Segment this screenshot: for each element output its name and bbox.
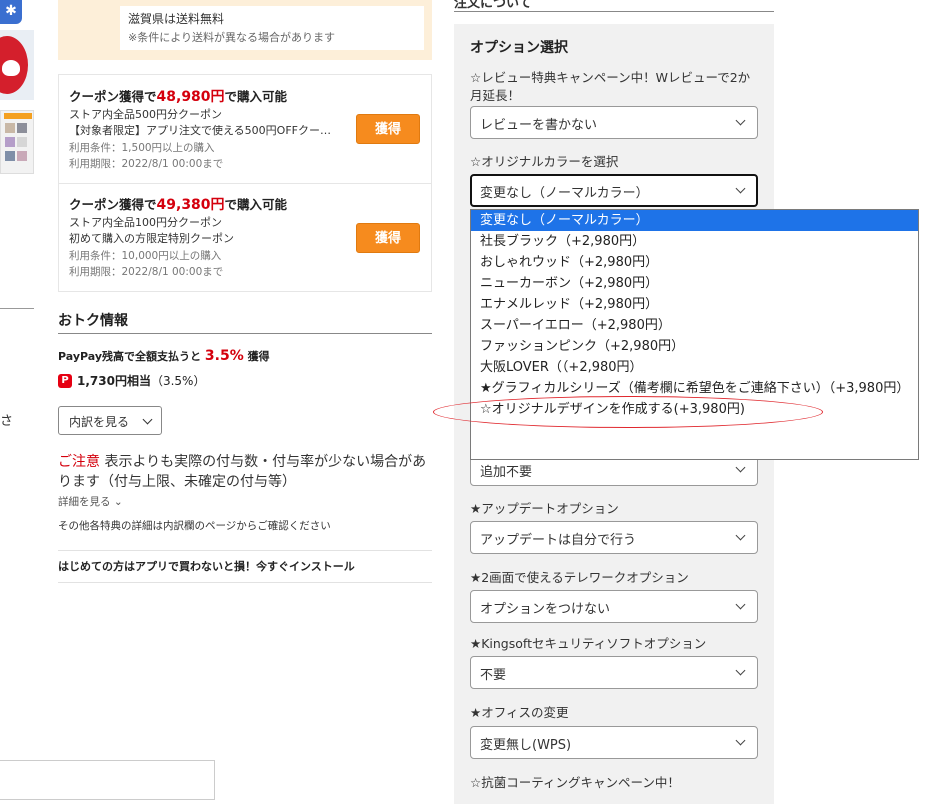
telework-option-label: ★2画面で使えるテレワークオプション	[470, 570, 689, 585]
divider	[58, 582, 432, 583]
thumbnail-label-bar	[4, 113, 32, 119]
options-title: オプション選択	[470, 40, 568, 56]
update-select[interactable]: アップデートは自分で行う	[470, 521, 758, 554]
chevron-down-icon	[735, 530, 746, 541]
paypay-amount-value: 1,730円相当	[77, 374, 151, 388]
coupon-price: 49,380円	[156, 197, 225, 213]
color-select[interactable]: 変更なし（ノーマルカラー）	[470, 174, 758, 207]
shipping-note: ※条件により送料が異なる場合があります	[128, 31, 335, 44]
shipping-free-text: 滋賀県は送料無料	[128, 12, 225, 26]
paypay-prefix: PayPay残高で全額支払うと	[58, 350, 202, 363]
coupon-period: 利用期限：2022/8/1 00:00まで	[69, 266, 224, 278]
color-select-value: 変更なし（ノーマルカラー）	[480, 186, 649, 201]
antibac-option-label: ☆抗菌コーティングキャンペーン中！	[470, 775, 680, 790]
color-option-label: ☆オリジナルカラーを選択	[470, 154, 619, 169]
series-thumbnail[interactable]	[0, 110, 34, 174]
bluetooth-icon: ✱	[5, 3, 17, 19]
paypay-amount: 1,730円相当（3.5%）	[77, 372, 205, 389]
dropdown-option[interactable]: 社長ブラック（+2,980円）	[471, 231, 918, 252]
coupon-title-prefix: クーポン獲得で	[69, 89, 157, 104]
other-benefits-note: その他各特典の詳細は内訳欄のページからご確認ください	[58, 520, 331, 532]
thumb-tile	[5, 137, 15, 147]
section-heading-cut: 注文について	[454, 0, 532, 11]
thumb-tile	[5, 151, 15, 161]
paypay-percent: 3.5%	[204, 348, 244, 364]
coupon-condition: 利用条件：1,500円以上の購入	[69, 142, 215, 154]
breakdown-label: 内訳を見る	[69, 415, 130, 429]
app-install-link[interactable]: はじめての方はアプリで買わないと損！今すぐインストール	[58, 558, 355, 574]
option-select-value: 追加不要	[480, 465, 533, 480]
divider	[58, 550, 432, 551]
paypay-icon: P	[58, 374, 72, 388]
coupon-separator	[59, 183, 431, 184]
left-partial-text: さ	[0, 414, 14, 429]
office-option-label: ★オフィスの変更	[470, 705, 569, 720]
left-divider	[0, 308, 34, 309]
coupon-desc: ストア内全品500円分クーポン	[69, 108, 222, 121]
chevron-down-icon	[735, 115, 746, 126]
paypay-reward-line: PayPay残高で全額支払うと 3.5% 獲得	[58, 348, 270, 364]
office-select[interactable]: 変更無し(WPS)	[470, 726, 758, 759]
coupon-get-button[interactable]: 獲得	[356, 223, 420, 253]
dropdown-option[interactable]: スーパーイエロー（+2,980円）	[471, 315, 918, 336]
thumb-tile	[17, 151, 27, 161]
update-select-value: アップデートは自分で行う	[480, 533, 637, 548]
dropdown-option[interactable]: エナメルレッド（+2,980円）	[471, 294, 918, 315]
dropdown-option[interactable]: 変更なし（ノーマルカラー）	[471, 210, 918, 231]
kingsoft-option-label: ★Kingsoftセキュリティソフトオプション	[470, 636, 707, 651]
otoku-rule	[58, 333, 432, 334]
chevron-down-icon	[142, 414, 153, 425]
kingsoft-select-value: 不要	[480, 668, 507, 683]
bluetooth-thumbnail[interactable]: ✱	[0, 0, 22, 24]
review-option-label: ☆レビュー特典キャンペーン中！Wレビューで2か月延長！	[470, 70, 751, 103]
caution-text: ご注意 表示よりも実際の付与数・付与率が少ない場合があります（付与上限、未確定の…	[58, 452, 433, 492]
dropdown-option[interactable]: ☆オリジナルデザインを作成する(+3,980円)	[471, 399, 918, 420]
coupon-title: クーポン獲得で49,380円で購入可能	[69, 194, 287, 214]
caution-heading: ご注意	[58, 454, 100, 470]
paypay-amount-percent: （3.5%）	[150, 374, 206, 388]
heart-icon	[2, 60, 20, 76]
coupon-title-suffix: で購入可能	[224, 197, 288, 212]
dropdown-option[interactable]: ★グラフィカルシリーズ（備考欄に希望色をご連絡下さい）（+3,980円）	[471, 378, 918, 399]
coupon-title: クーポン獲得で48,980円で購入可能	[69, 86, 287, 106]
coupon-title-suffix: で購入可能	[224, 89, 288, 104]
caution-body: 表示よりも実際の付与数・付与率が少ない場合があります（付与上限、未確定の付与等）	[58, 454, 427, 490]
thumb-tile	[5, 123, 15, 133]
update-option-label: ★アップデートオプション	[470, 501, 619, 516]
bottom-panel	[0, 760, 215, 800]
chevron-down-icon	[735, 735, 746, 746]
detail-link[interactable]: 詳細を見る ⌄	[58, 494, 123, 509]
coupon-get-button[interactable]: 獲得	[356, 114, 420, 144]
review-select[interactable]: レビューを書かない	[470, 106, 758, 139]
chevron-down-icon	[735, 183, 746, 194]
chevron-down-icon	[735, 462, 746, 473]
dropdown-option[interactable]: ニューカーボン（+2,980円）	[471, 273, 918, 294]
office-select-value: 変更無し(WPS)	[480, 738, 572, 753]
product-thumbnail[interactable]	[0, 30, 34, 100]
section-rule	[454, 11, 774, 12]
kingsoft-select[interactable]: 不要	[470, 656, 758, 689]
coupon-condition: 利用条件：10,000円以上の購入	[69, 250, 222, 262]
thumb-tile	[17, 123, 27, 133]
dropdown-option[interactable]: 大阪LOVER（（+2,980円）	[471, 357, 918, 378]
paypay-suffix: 獲得	[247, 350, 270, 363]
color-dropdown-list[interactable]: 変更なし（ノーマルカラー） 社長ブラック（+2,980円） おしゃれウッド（+2…	[470, 209, 919, 460]
telework-select-value: オプションをつけない	[480, 602, 611, 617]
review-select-value: レビューを書かない	[480, 118, 598, 133]
coupon-desc: ストア内全品100円分クーポン	[69, 216, 222, 229]
coupon-period: 利用期限：2022/8/1 00:00まで	[69, 158, 224, 170]
coupon-desc: 初めて購入の方限定特別クーポン	[69, 232, 234, 245]
dropdown-option[interactable]: おしゃれウッド（+2,980円）	[471, 252, 918, 273]
otoku-heading: おトク情報	[58, 313, 128, 329]
chevron-down-icon	[735, 665, 746, 676]
telework-select[interactable]: オプションをつけない	[470, 590, 758, 623]
coupon-price: 48,980円	[156, 89, 225, 105]
breakdown-button[interactable]: 内訳を見る	[58, 406, 162, 435]
dropdown-option[interactable]: ファッションピンク（+2,980円）	[471, 336, 918, 357]
coupon-desc: 【対象者限定】アプリ注文で使える500円OFFクー…	[69, 124, 331, 137]
coupon-title-prefix: クーポン獲得で	[69, 197, 157, 212]
thumb-tile	[17, 137, 27, 147]
chevron-down-icon	[735, 599, 746, 610]
